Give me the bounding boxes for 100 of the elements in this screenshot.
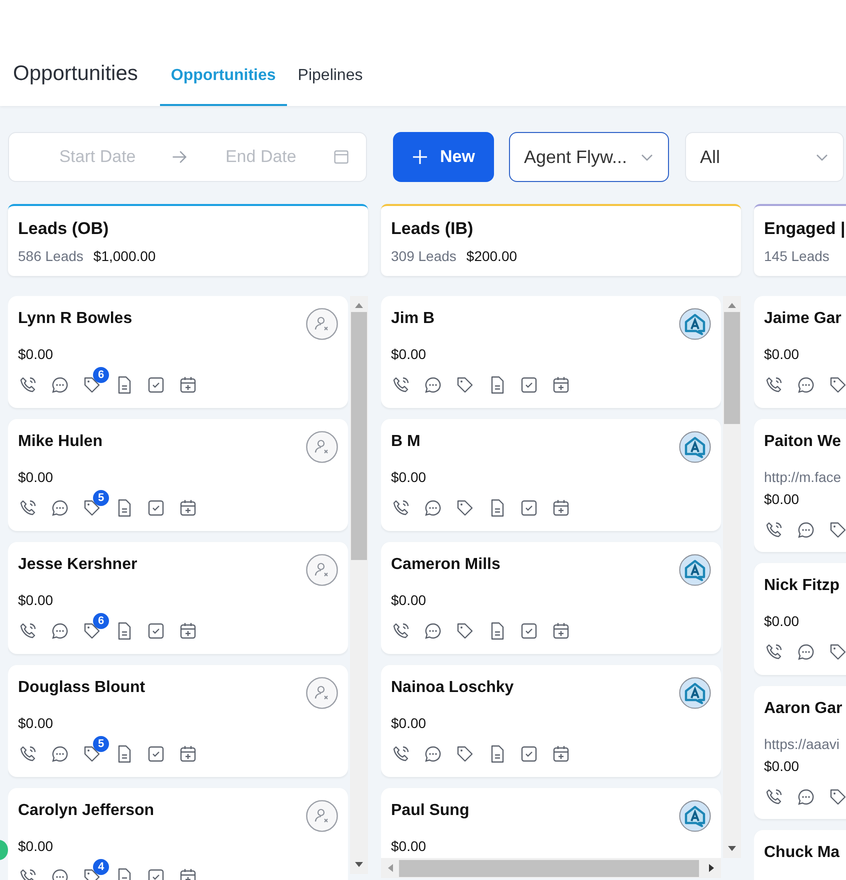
unassigned-user-icon[interactable] (306, 308, 338, 340)
tag-icon[interactable] (455, 621, 475, 641)
chat-icon[interactable] (796, 642, 816, 662)
chat-icon[interactable] (50, 375, 70, 395)
lead-card[interactable]: Cameron Mills $0.00 (381, 542, 721, 654)
checkbox-icon[interactable] (146, 621, 166, 641)
tag-icon[interactable] (455, 375, 475, 395)
horizontal-scrollbar[interactable] (381, 858, 721, 878)
lead-card[interactable]: Paiton We http://m.face $0.00 (754, 419, 846, 552)
phone-icon[interactable] (18, 744, 38, 764)
calendar-add-icon[interactable] (551, 375, 571, 395)
phone-icon[interactable] (18, 498, 38, 518)
lead-amount: $0.00 (18, 838, 54, 854)
lead-card[interactable]: Aaron Gar https://aaavi $0.00 (754, 686, 846, 819)
tag-icon[interactable] (828, 520, 846, 540)
phone-icon[interactable] (391, 744, 411, 764)
calendar-icon (333, 148, 350, 166)
lead-card[interactable]: Douglass Blount $0.00 5 (8, 665, 348, 777)
lead-card[interactable]: Jim B $0.00 (381, 296, 721, 408)
unassigned-user-icon[interactable] (306, 800, 338, 832)
agent-avatar-icon[interactable] (679, 308, 711, 340)
chat-icon[interactable] (423, 744, 443, 764)
chat-icon[interactable] (796, 787, 816, 807)
checkbox-icon[interactable] (519, 498, 539, 518)
chat-icon[interactable] (796, 520, 816, 540)
calendar-add-icon[interactable] (551, 744, 571, 764)
checkbox-icon[interactable] (519, 621, 539, 641)
tab[interactable]: Pipelines (286, 62, 374, 106)
lead-card[interactable]: Jaime Gar $0.00 (754, 296, 846, 408)
scroll-up-icon[interactable] (354, 302, 364, 308)
phone-icon[interactable] (18, 375, 38, 395)
tag-icon[interactable] (455, 498, 475, 518)
chat-icon[interactable] (796, 375, 816, 395)
phone-icon[interactable] (18, 621, 38, 641)
vertical-scrollbar[interactable] (350, 296, 368, 874)
checkbox-icon[interactable] (146, 744, 166, 764)
checkbox-icon[interactable] (146, 375, 166, 395)
scrollbar-thumb[interactable] (724, 312, 740, 424)
lead-name: Lynn R Bowles (18, 310, 132, 328)
lead-url[interactable]: https://aaavi (764, 736, 846, 752)
checkbox-icon[interactable] (146, 498, 166, 518)
lead-card[interactable]: Carolyn Jefferson $0.00 4 (8, 788, 348, 880)
lead-card[interactable]: Nainoa Loschky $0.00 (381, 665, 721, 777)
stage-amount: $1,000.00 (93, 248, 156, 264)
chat-icon[interactable] (423, 621, 443, 641)
phone-icon[interactable] (764, 642, 784, 662)
checkbox-icon[interactable] (519, 744, 539, 764)
chat-icon[interactable] (50, 621, 70, 641)
phone-icon[interactable] (764, 520, 784, 540)
agent-avatar-icon[interactable] (679, 554, 711, 586)
phone-icon[interactable] (391, 375, 411, 395)
lead-url[interactable]: http://m.face (764, 469, 846, 485)
calendar-add-icon[interactable] (178, 621, 198, 641)
unassigned-user-icon[interactable] (306, 554, 338, 586)
vertical-scrollbar[interactable] (723, 296, 741, 858)
unassigned-user-icon[interactable] (306, 677, 338, 709)
scroll-down-icon[interactable] (727, 846, 737, 852)
calendar-add-icon[interactable] (178, 744, 198, 764)
status-select[interactable]: All (685, 132, 844, 182)
tag-icon[interactable] (828, 642, 846, 662)
lead-card[interactable]: Paul Sung $0.00 (381, 788, 721, 858)
lead-count: 586 Leads (18, 248, 84, 264)
tag-icon[interactable] (455, 744, 475, 764)
agent-avatar-icon[interactable] (679, 431, 711, 463)
lead-name: Cameron Mills (391, 556, 500, 574)
scrollbar-thumb[interactable] (399, 860, 699, 876)
chat-icon[interactable] (50, 498, 70, 518)
chat-icon[interactable] (50, 744, 70, 764)
calendar-add-icon[interactable] (178, 375, 198, 395)
checkbox-icon[interactable] (519, 375, 539, 395)
phone-icon[interactable] (764, 787, 784, 807)
chat-icon[interactable] (423, 498, 443, 518)
scroll-down-icon[interactable] (354, 862, 364, 868)
lead-card[interactable]: B M $0.00 (381, 419, 721, 531)
calendar-add-icon[interactable] (551, 621, 571, 641)
scroll-up-icon[interactable] (727, 302, 737, 308)
lead-card[interactable]: Mike Hulen $0.00 5 (8, 419, 348, 531)
agent-avatar-icon[interactable] (679, 800, 711, 832)
tag-icon[interactable] (828, 375, 846, 395)
lead-amount: $0.00 (764, 613, 800, 629)
phone-icon[interactable] (764, 375, 784, 395)
lead-card[interactable]: Jesse Kershner $0.00 6 (8, 542, 348, 654)
lead-card[interactable]: Chuck Ma (754, 830, 846, 880)
phone-icon[interactable] (391, 621, 411, 641)
unassigned-user-icon[interactable] (306, 431, 338, 463)
lead-card[interactable]: Nick Fitzp $0.00 (754, 563, 846, 675)
start-date-field[interactable]: Start Date (33, 146, 162, 168)
agent-select[interactable]: Agent Flyw... (509, 132, 669, 182)
new-button[interactable]: New (393, 132, 494, 182)
phone-icon[interactable] (391, 498, 411, 518)
calendar-add-icon[interactable] (178, 498, 198, 518)
scroll-right-icon[interactable] (709, 863, 715, 873)
tag-icon[interactable] (828, 787, 846, 807)
agent-avatar-icon[interactable] (679, 677, 711, 709)
lead-name: Mike Hulen (18, 433, 102, 451)
scrollbar-thumb[interactable] (351, 312, 367, 560)
chat-icon[interactable] (423, 375, 443, 395)
calendar-add-icon[interactable] (551, 498, 571, 518)
lead-card[interactable]: Lynn R Bowles $0.00 6 (8, 296, 348, 408)
end-date-field[interactable]: End Date (196, 146, 326, 168)
